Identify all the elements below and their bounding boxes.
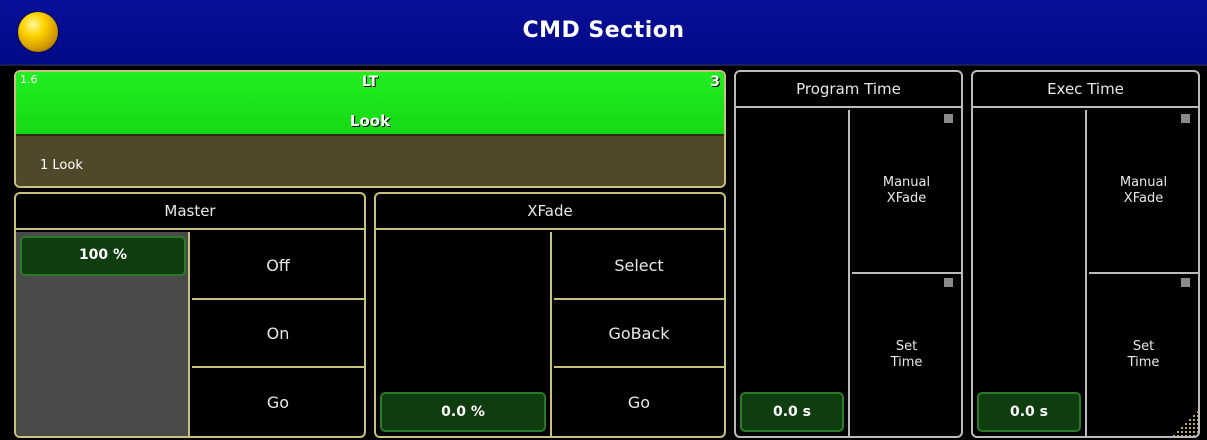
exec-time-value: 0.0 s [977, 392, 1081, 432]
goback-button[interactable]: GoBack [554, 300, 724, 366]
window-title: CMD Section [522, 18, 685, 43]
xfade-value: 0.0 % [380, 392, 546, 432]
set-time-label: Set Time [890, 339, 923, 370]
master-value: 100 % [20, 236, 186, 276]
xfade-go-button[interactable]: Go [554, 368, 724, 436]
exec-time-panel: Exec Time 0.0 s Manual XFade Set Time [971, 70, 1200, 438]
program-time-panel: Program Time 0.0 s Manual XFade Set Time [734, 70, 963, 438]
current-cue: 1 Look [40, 158, 83, 173]
title-bar: CMD Section [0, 0, 1207, 66]
program-time-fader[interactable]: 0.0 s [736, 110, 850, 436]
program-time-value: 0.0 s [740, 392, 844, 432]
manual-xfade-button[interactable]: Manual XFade [852, 110, 961, 272]
exec-time-fader[interactable]: 0.0 s [973, 110, 1087, 436]
master-fader[interactable]: 100 % [16, 232, 190, 436]
exec-set-time-label: Set Time [1127, 339, 1160, 370]
go-button[interactable]: Go [192, 368, 364, 436]
exec-set-time-button[interactable]: Set Time [1089, 274, 1198, 436]
master-header: Master [16, 194, 364, 230]
manual-xfade-label: Manual XFade [882, 175, 931, 206]
select-button[interactable]: Select [554, 232, 724, 298]
master-panel: Master 100 % Off On Go [14, 192, 366, 438]
executor-panel[interactable]: 1.6 LT 3 Look 1 Look [14, 70, 726, 188]
executor-name: Look [349, 112, 391, 130]
executor-count: 3 [710, 74, 720, 90]
on-button[interactable]: On [192, 300, 364, 366]
off-button[interactable]: Off [192, 232, 364, 298]
xfade-panel: XFade 0.0 % Select GoBack Go [374, 192, 726, 438]
executor-header[interactable]: 1.6 LT 3 Look [16, 72, 724, 134]
exec-manual-xfade-button[interactable]: Manual XFade [1089, 110, 1198, 272]
indicator-square-icon [1181, 114, 1190, 123]
exec-time-header: Exec Time [973, 72, 1198, 108]
indicator-square-icon [944, 114, 953, 123]
cue-bar[interactable]: 1 Look [16, 134, 724, 186]
exec-manual-xfade-label: Manual XFade [1119, 175, 1168, 206]
executor-type: LT [361, 74, 379, 90]
program-time-header: Program Time [736, 72, 961, 108]
xfade-fader[interactable]: 0.0 % [376, 232, 552, 436]
xfade-header: XFade [376, 194, 724, 230]
set-time-button[interactable]: Set Time [852, 274, 961, 436]
indicator-square-icon [944, 278, 953, 287]
indicator-square-icon [1181, 278, 1190, 287]
